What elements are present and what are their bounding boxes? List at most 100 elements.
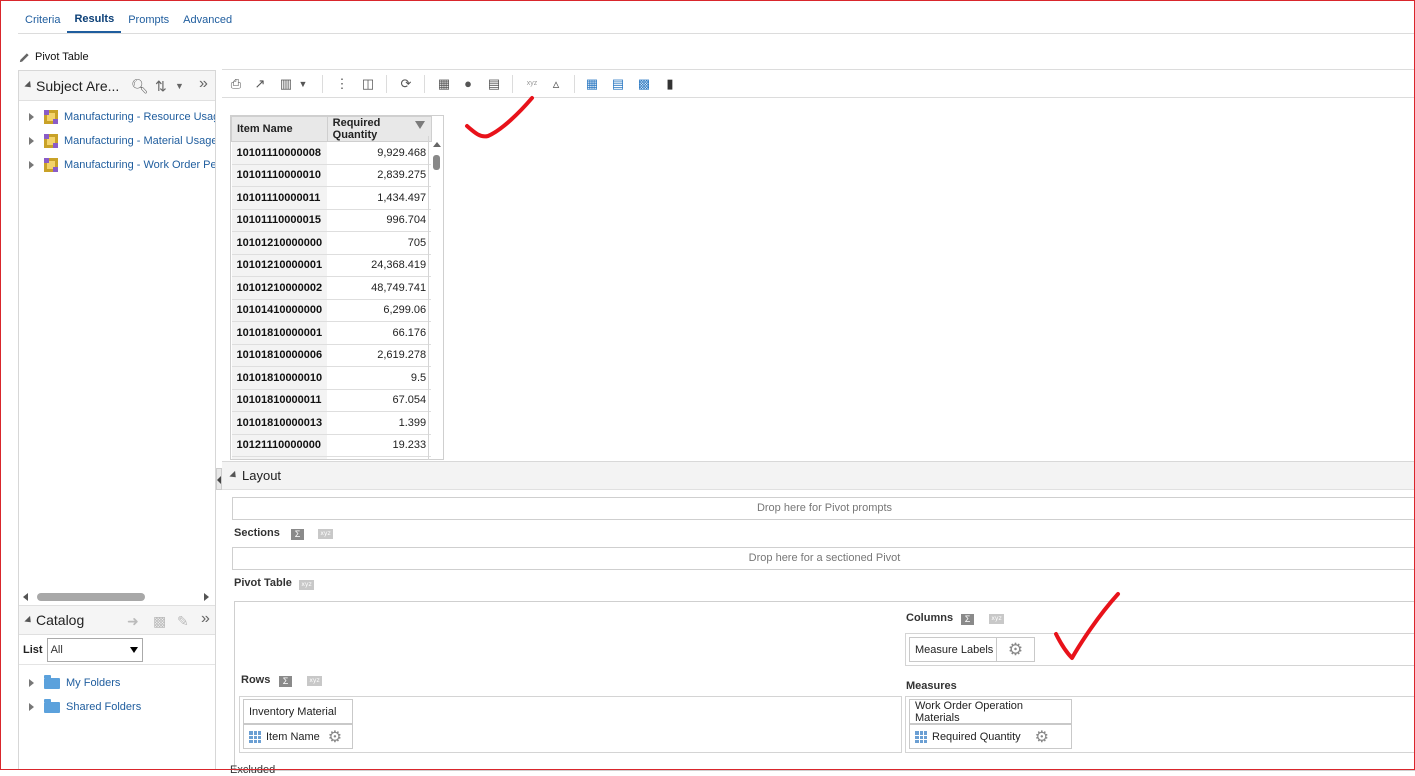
group-icon[interactable]: ● [460, 76, 476, 92]
search-icon[interactable]: 🔍︎ [131, 78, 149, 95]
gear-icon[interactable]: ⚙ [1035, 727, 1049, 747]
sectioned-pivot-drop-zone[interactable]: Drop here for a sectioned Pivot [232, 547, 1415, 570]
column-header-item-name[interactable]: Item Name [231, 116, 328, 142]
subject-area-label[interactable]: Manufacturing - Work Order Performance [64, 159, 215, 171]
collapse-caret-icon[interactable] [229, 470, 239, 481]
chevron-down-icon[interactable]: ▼ [175, 81, 184, 91]
arrow-right-icon[interactable]: ➜ [127, 613, 139, 630]
export-icon[interactable]: ↗ [252, 76, 268, 92]
scroll-left-icon[interactable] [23, 593, 28, 601]
view-title[interactable]: Pivot Table [18, 48, 89, 66]
columns-icon[interactable]: ◫ [360, 76, 376, 92]
subject-area-item[interactable]: Manufacturing - Work Order Performance [19, 153, 215, 177]
horizontal-scrollbar[interactable] [19, 589, 215, 603]
tab-prompts[interactable]: Prompts [121, 8, 176, 33]
subject-area-item[interactable]: Manufacturing - Resource Usage [19, 105, 215, 129]
item-name-cell[interactable]: 10101210000000 [231, 231, 328, 255]
required-quantity-cell[interactable]: 126.562 [327, 456, 432, 459]
work-order-materials-chip[interactable]: Work Order Operation Materials [909, 699, 1072, 724]
required-quantity-cell[interactable]: 1.399 [327, 411, 432, 435]
expand-panel-icon[interactable]: » [201, 610, 210, 628]
required-quantity-cell[interactable]: 6,299.06 [327, 299, 432, 322]
tab-criteria[interactable]: Criteria [18, 8, 67, 33]
table-view-icon[interactable]: ▦ [584, 76, 600, 92]
new-item-icon[interactable]: ▩ [153, 613, 166, 630]
required-quantity-cell[interactable]: 67.054 [327, 389, 432, 412]
required-quantity-cell[interactable]: 9,929.468 [327, 141, 432, 165]
expand-triangle-icon[interactable] [29, 113, 34, 121]
required-quantity-cell[interactable]: 2,619.278 [327, 344, 432, 367]
required-quantity-cell[interactable]: 24,368.419 [327, 254, 432, 277]
print-icon[interactable]: ⎙ [228, 76, 244, 92]
item-name-cell[interactable]: 10121110000001 [231, 456, 328, 459]
item-name-cell[interactable]: 10101210000002 [231, 276, 328, 300]
expand-triangle-icon[interactable] [29, 703, 34, 711]
scroll-right-icon[interactable] [204, 593, 209, 601]
scrollbar-thumb[interactable] [433, 155, 440, 170]
text-icon[interactable]: ▵ [548, 76, 564, 92]
item-name-cell[interactable]: 10101810000001 [231, 321, 328, 345]
item-name-cell[interactable]: 10101810000011 [231, 389, 328, 412]
sigma-icon[interactable]: Σ [291, 529, 304, 540]
sort-icon[interactable]: ⇅ [155, 78, 167, 95]
list-select[interactable]: All [46, 637, 143, 662]
xyz-icon[interactable]: xyz [299, 580, 314, 590]
item-name-cell[interactable]: 10101810000013 [231, 411, 328, 435]
required-quantity-cell[interactable]: 705 [327, 231, 432, 255]
xyz-icon[interactable]: xyz [524, 76, 540, 92]
folder-item[interactable]: My Folders [19, 671, 215, 695]
required-quantity-cell[interactable]: 19.233 [327, 434, 432, 457]
pivot-prompts-drop-zone[interactable]: Drop here for Pivot prompts [232, 497, 1415, 520]
item-name-cell[interactable]: 10101810000010 [231, 366, 328, 390]
refresh-icon[interactable]: ⟳ [398, 76, 414, 92]
required-quantity-cell[interactable]: 48,749.741 [327, 276, 432, 300]
expand-triangle-icon[interactable] [29, 137, 34, 145]
subject-area-item[interactable]: Manufacturing - Material Usage [19, 129, 215, 153]
expand-triangle-icon[interactable] [29, 679, 34, 687]
folder-item[interactable]: Shared Folders [19, 695, 215, 719]
item-name-cell[interactable]: 10101110000015 [231, 209, 328, 232]
xyz-icon[interactable]: xyz [318, 529, 333, 539]
item-name-chip[interactable]: Item Name ⚙ [243, 724, 353, 749]
tab-advanced[interactable]: Advanced [176, 8, 239, 33]
item-name-cell[interactable]: 10101110000011 [231, 186, 328, 210]
scrollbar-thumb[interactable] [37, 593, 145, 601]
bar-chart-icon[interactable]: ▮ [662, 76, 678, 92]
xyz-icon[interactable]: xyz [307, 676, 322, 686]
folder-label[interactable]: Shared Folders [66, 701, 141, 713]
layout-header[interactable]: Layout [222, 462, 1415, 490]
format-icon[interactable]: ▥ [278, 76, 294, 92]
required-quantity-cell[interactable]: 9.5 [327, 366, 432, 390]
required-quantity-cell[interactable]: 996.704 [327, 209, 432, 232]
xyz-icon[interactable]: xyz [989, 614, 1004, 624]
item-name-cell[interactable]: 10121110000000 [231, 434, 328, 457]
calculated-item-icon[interactable]: ▦ [436, 76, 452, 92]
required-quantity-cell[interactable]: 66.176 [327, 321, 432, 345]
pivot-view-icon[interactable]: ▤ [610, 76, 626, 92]
subject-areas-header[interactable]: Subject Are... 🔍︎ ⇅ ▼ » [19, 71, 215, 101]
edit-icon[interactable]: ✎ [177, 613, 189, 630]
item-name-cell[interactable]: 10101810000006 [231, 344, 328, 367]
tab-results[interactable]: Results [67, 8, 122, 33]
chart-edit-icon[interactable]: ▩ [636, 76, 652, 92]
item-name-cell[interactable]: 10101110000008 [231, 141, 328, 165]
sigma-icon[interactable]: Σ [279, 676, 292, 687]
collapse-caret-icon[interactable] [24, 80, 34, 91]
inventory-material-chip[interactable]: Inventory Material [243, 699, 353, 724]
gear-icon[interactable]: ⚙ [996, 637, 1035, 662]
collapse-caret-icon[interactable] [24, 615, 34, 625]
vertical-scrollbar[interactable] [428, 136, 444, 460]
sort-descending-icon[interactable] [415, 121, 425, 129]
drill-icon[interactable]: ⋮ [334, 76, 350, 92]
item-name-cell[interactable]: 10101110000010 [231, 164, 328, 187]
expand-panel-icon[interactable]: » [199, 75, 208, 93]
subject-area-label[interactable]: Manufacturing - Material Usage [64, 135, 215, 147]
measure-labels-chip[interactable]: Measure Labels [909, 637, 1000, 662]
subject-area-label[interactable]: Manufacturing - Resource Usage [64, 111, 215, 123]
item-name-cell[interactable]: 10101210000001 [231, 254, 328, 277]
sigma-icon[interactable]: Σ [961, 614, 974, 625]
scroll-up-icon[interactable] [433, 142, 441, 147]
item-name-cell[interactable]: 10101410000000 [231, 299, 328, 322]
required-quantity-chip[interactable]: Required Quantity ⚙ [909, 724, 1072, 749]
dropdown-arrow-icon[interactable] [129, 646, 138, 653]
